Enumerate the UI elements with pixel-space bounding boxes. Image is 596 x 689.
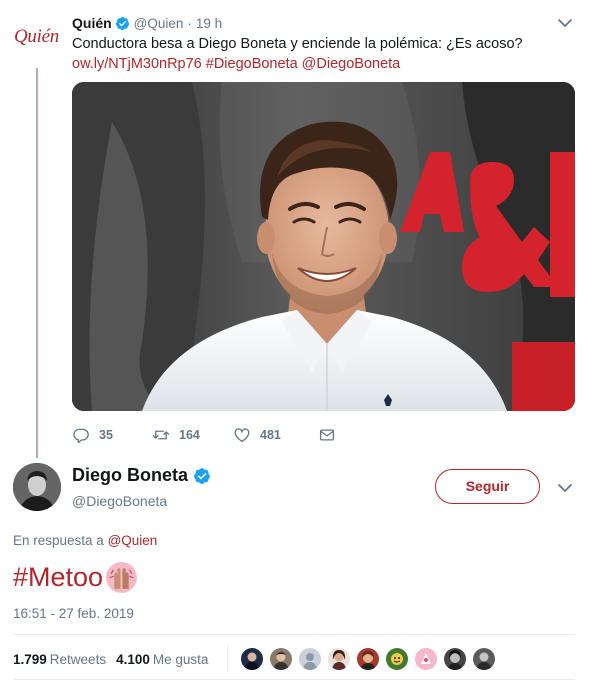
raised-hands-emoji-icon <box>105 561 138 594</box>
author-handle[interactable]: @DiegoBoneta <box>72 493 167 509</box>
retweets-count: 1.799 <box>13 651 47 667</box>
liker-avatar[interactable] <box>241 648 263 670</box>
tweet-photo[interactable] <box>72 82 575 411</box>
like-button[interactable]: 481 <box>233 426 318 444</box>
verified-badge-icon <box>115 16 130 31</box>
reply-context: En respuesta a @Quien <box>13 533 157 548</box>
liker-avatar[interactable] <box>357 648 379 670</box>
follow-button[interactable]: Seguir <box>435 469 540 504</box>
hashtag-link[interactable]: #DiegoBoneta <box>206 56 298 72</box>
avatar-photo <box>13 463 61 511</box>
metoo-hashtag[interactable]: #Metoo <box>13 559 103 595</box>
reply-button[interactable]: 35 <box>72 426 152 444</box>
liker-avatar[interactable] <box>270 648 292 670</box>
liker-avatar[interactable] <box>415 648 437 670</box>
likes-count: 4.100 <box>116 651 150 667</box>
retweet-count: 164 <box>179 428 200 442</box>
reply-context-mention[interactable]: @Quien <box>108 533 158 548</box>
liker-avatar[interactable] <box>328 648 350 670</box>
chevron-down-icon[interactable] <box>557 17 573 29</box>
photo-smiling-man-white-shirt <box>72 82 575 411</box>
chevron-down-icon[interactable] <box>557 482 573 494</box>
separator-dot: · <box>187 15 192 31</box>
liker-avatars <box>241 648 502 670</box>
parent-tweet[interactable]: Quién Quién @Quien · 19 h Conductora bes… <box>0 0 596 458</box>
engagement-stats: 1.799 Retweets 4.100 Me gusta <box>13 642 218 676</box>
likes-label: Me gusta <box>152 651 209 667</box>
diego-boneta-avatar[interactable] <box>13 463 61 511</box>
main-tweet-author: Diego Boneta <box>72 465 211 486</box>
parent-tweet-text: Conductora besa a Diego Boneta y enciend… <box>72 34 582 74</box>
tweet-action-bar: 35 164 481 <box>72 424 336 446</box>
liker-avatar[interactable] <box>473 648 495 670</box>
quien-logo-avatar[interactable]: Quién <box>14 26 60 50</box>
verified-badge-icon <box>193 467 211 485</box>
retweet-button[interactable]: 164 <box>152 426 233 444</box>
likes-stat[interactable]: 4.100 Me gusta <box>116 652 208 667</box>
parent-tweet-links: ow.ly/NTjM30nRp76 #DiegoBoneta @DiegoBonet… <box>72 54 582 74</box>
parent-tweet-header: Quién @Quien · 19 h <box>72 14 222 32</box>
liker-avatar[interactable] <box>386 648 408 670</box>
liker-avatar[interactable] <box>444 648 466 670</box>
author-display-name[interactable]: Diego Boneta <box>72 465 188 486</box>
parent-tweet-body: Conductora besa a Diego Boneta y enciend… <box>72 36 523 52</box>
stats-separator <box>227 645 228 672</box>
parent-timestamp[interactable]: 19 h <box>196 16 222 31</box>
mention-link[interactable]: @DiegoBoneta <box>302 56 401 72</box>
reply-icon <box>72 426 90 444</box>
parent-display-name[interactable]: Quién <box>72 15 112 31</box>
like-count: 481 <box>260 428 281 442</box>
divider-bottom <box>13 679 575 680</box>
envelope-icon <box>318 426 336 444</box>
heart-icon <box>233 426 251 444</box>
divider-top <box>13 634 575 635</box>
liker-avatar[interactable] <box>299 648 321 670</box>
retweet-icon <box>152 426 170 444</box>
main-tweet: Diego Boneta @DiegoBoneta Seguir En resp… <box>0 456 596 689</box>
reply-context-prefix: En respuesta a <box>13 533 104 548</box>
shortened-link[interactable]: ow.ly/NTjM30nRp76 <box>72 56 202 72</box>
thread-connector-line <box>36 68 38 458</box>
tweet-timestamp[interactable]: 16:51 - 27 feb. 2019 <box>13 606 134 621</box>
direct-message-button[interactable] <box>318 426 336 444</box>
retweets-label: Retweets <box>49 651 107 667</box>
parent-handle[interactable]: @Quien <box>134 16 184 31</box>
retweets-stat[interactable]: 1.799 Retweets <box>13 652 106 667</box>
main-tweet-text: #Metoo <box>13 559 138 595</box>
reply-count: 35 <box>99 428 113 442</box>
